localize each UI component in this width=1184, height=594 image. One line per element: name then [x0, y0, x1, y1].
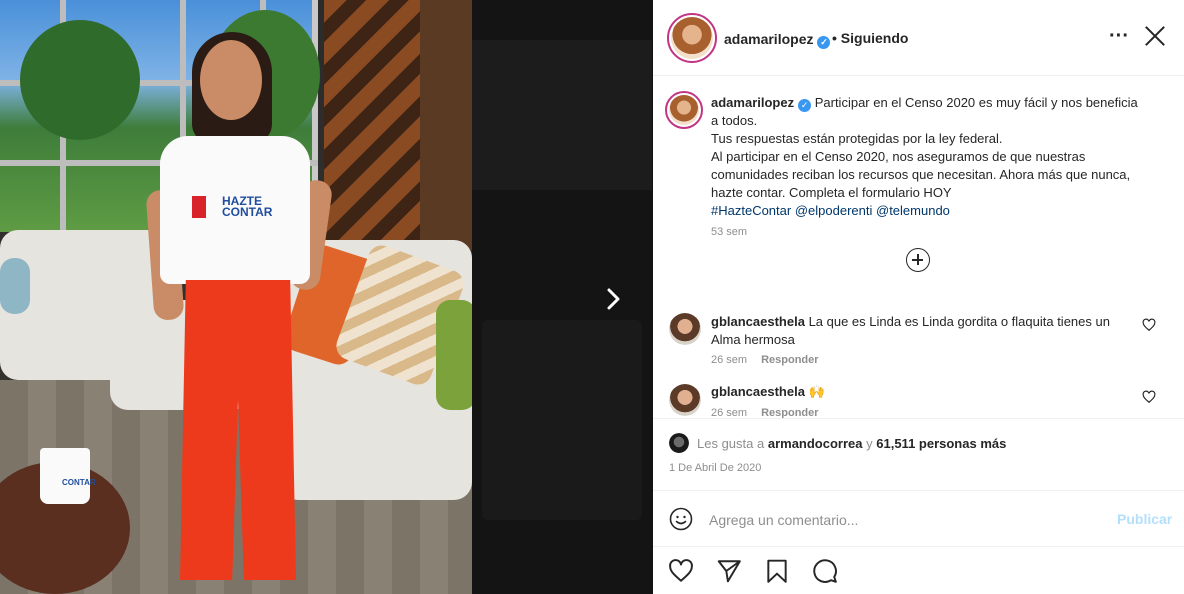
comment-timestamp[interactable]: 26 sem	[711, 407, 747, 418]
publish-button[interactable]: Publicar	[1117, 511, 1172, 527]
mug-text: CONTAR	[62, 478, 96, 487]
hashtag-link[interactable]: #HazteContar	[711, 203, 791, 218]
telemundo-logo	[192, 196, 206, 218]
like-comment-icon[interactable]	[1142, 318, 1156, 332]
comment-timestamp[interactable]: 26 sem	[711, 354, 747, 366]
avatar[interactable]	[665, 91, 703, 129]
comment: gblancaesthela 🙌	[711, 383, 1141, 401]
mention-link[interactable]: @elpoderenti	[795, 203, 873, 218]
caption-text-line2: Tus respuestas están protegidas por la l…	[711, 131, 1003, 146]
mention-link[interactable]: @telemundo	[876, 203, 950, 218]
caption-username[interactable]: adamarilopez	[711, 95, 794, 110]
reply-button[interactable]: Responder	[761, 407, 818, 418]
share-icon[interactable]	[716, 558, 742, 584]
pillow-green	[436, 300, 472, 410]
load-more-comments-icon[interactable]	[906, 248, 930, 272]
post-actions	[653, 546, 1184, 594]
shirt-text: HAZTE CONTAR	[222, 194, 273, 219]
likes-summary: Les gusta a armandocorrea y 61,511 perso…	[697, 436, 1006, 451]
post-photo[interactable]: CONTAR HAZTE CONTAR	[0, 0, 472, 594]
caption-timestamp[interactable]: 53 sem	[711, 226, 747, 238]
comment-icon[interactable]	[812, 558, 838, 584]
pillow-blue	[0, 258, 30, 314]
comment-meta: 26 sem Responder	[711, 354, 833, 366]
likes-connector: y	[866, 436, 873, 451]
close-icon[interactable]	[1141, 22, 1169, 50]
comment: gblancaesthela La que es Linda es Linda …	[711, 313, 1141, 349]
post-caption: adamarilopez ✓ Participar en el Censo 202…	[711, 94, 1141, 220]
background-shelf	[420, 0, 472, 250]
avatar[interactable]	[669, 384, 701, 416]
avatar[interactable]	[667, 13, 717, 63]
likes-section: Les gusta a armandocorrea y 61,511 perso…	[653, 418, 1184, 490]
likes-count[interactable]: 61,511 personas más	[876, 436, 1006, 451]
person-head	[200, 40, 262, 120]
caption-text-line3: Al participar en el Censo 2020, nos aseg…	[711, 149, 1131, 200]
like-icon[interactable]	[668, 558, 694, 584]
post-header: adamarilopez ✓ • Siguiendo ···	[653, 0, 1184, 76]
liker-avatar[interactable]	[669, 433, 689, 453]
comment-meta: 26 sem Responder	[711, 407, 833, 418]
comment-input[interactable]	[709, 509, 1099, 531]
add-comment-bar: Publicar	[653, 490, 1184, 546]
reply-button[interactable]: Responder	[761, 354, 818, 366]
chevron-right-icon[interactable]	[598, 284, 628, 314]
verified-icon: ✓	[798, 99, 812, 112]
follow-status[interactable]: • Siguiendo	[832, 30, 908, 46]
likes-prefix: Les gusta a	[697, 436, 765, 451]
header-username[interactable]: adamarilopez ✓	[724, 31, 831, 49]
verified-icon: ✓	[817, 36, 831, 49]
emoji-icon[interactable]	[669, 507, 693, 531]
avatar[interactable]	[669, 313, 701, 345]
comments-area[interactable]: adamarilopez ✓ Participar en el Censo 202…	[653, 77, 1184, 418]
comment-username[interactable]: gblancaesthela	[711, 384, 805, 399]
mug: CONTAR	[40, 448, 96, 504]
liker-username[interactable]: armandocorrea	[768, 436, 863, 451]
post-side-panel: adamarilopez ✓ • Siguiendo ··· adamarilop…	[653, 0, 1184, 594]
comment-text: 🙌	[808, 384, 825, 399]
comment-username[interactable]: gblancaesthela	[711, 314, 805, 329]
save-icon[interactable]	[764, 558, 790, 584]
like-comment-icon[interactable]	[1142, 390, 1156, 404]
post-date[interactable]: 1 De Abril De 2020	[669, 462, 761, 474]
more-icon[interactable]: ···	[1107, 24, 1131, 48]
username-text[interactable]: adamarilopez	[724, 31, 813, 47]
